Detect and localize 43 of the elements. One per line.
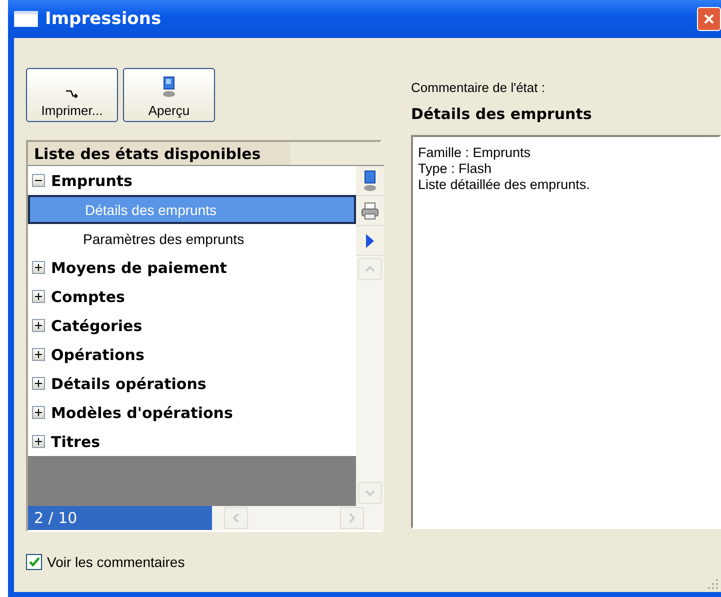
close-icon — [703, 13, 715, 25]
tree-item[interactable]: Paramètres des emprunts — [28, 224, 356, 253]
printer-icon[interactable] — [361, 202, 379, 220]
tree-item[interactable]: Comptes — [28, 282, 356, 311]
window-icon — [14, 11, 38, 27]
comment-line: Liste détaillée des emprunts. — [418, 177, 591, 193]
expand-icon[interactable] — [32, 290, 45, 303]
expand-icon[interactable] — [32, 348, 45, 361]
tree-item[interactable]: Opérations — [28, 340, 356, 369]
collapse-icon[interactable] — [32, 174, 45, 187]
preview-button[interactable]: Aperçu — [123, 68, 215, 122]
checkbox[interactable] — [26, 554, 42, 570]
comment-line: Type : Flash — [418, 161, 493, 177]
tree-item[interactable]: Titres — [28, 427, 356, 456]
window-title: Impressions — [45, 9, 162, 29]
monitor-icon[interactable] — [363, 170, 377, 192]
comment-title: Détails des emprunts — [411, 105, 593, 123]
chevron-up-icon — [365, 266, 375, 272]
expand-icon[interactable] — [32, 406, 45, 419]
play-icon[interactable] — [365, 232, 375, 248]
comment-label: Commentaire de l'état : — [411, 80, 546, 95]
comment-field[interactable]: Famille : Emprunts Type : Flash Liste détaillée des emprunts. — [411, 135, 721, 529]
print-button[interactable]: Imprimer... — [26, 68, 118, 122]
expand-icon[interactable] — [32, 261, 45, 274]
close-button[interactable] — [697, 7, 721, 31]
tree-item[interactable]: Moyens de paiement — [28, 253, 356, 282]
monitor-icon — [162, 76, 176, 98]
list-header: Liste des états disponibles — [28, 142, 290, 165]
chevron-right-icon — [349, 513, 355, 523]
arrow-icon — [65, 90, 79, 98]
resize-grip-icon[interactable] — [707, 578, 719, 590]
expand-icon[interactable] — [32, 319, 45, 332]
tree-item[interactable]: Catégories — [28, 311, 356, 340]
tree-item[interactable]: Modèles d'opérations — [28, 398, 356, 427]
comment-line: Famille : Emprunts — [418, 145, 532, 161]
chevron-down-icon — [365, 490, 375, 496]
tree-item[interactable]: Emprunts — [28, 166, 356, 195]
checkbox-label[interactable]: Voir les commentaires — [47, 554, 185, 570]
record-counter: 2 / 10 — [28, 506, 212, 530]
expand-icon[interactable] — [32, 377, 45, 390]
expand-icon[interactable] — [32, 435, 45, 448]
chevron-left-icon — [233, 513, 239, 523]
tree-item[interactable]: Détails opérations — [28, 369, 356, 398]
